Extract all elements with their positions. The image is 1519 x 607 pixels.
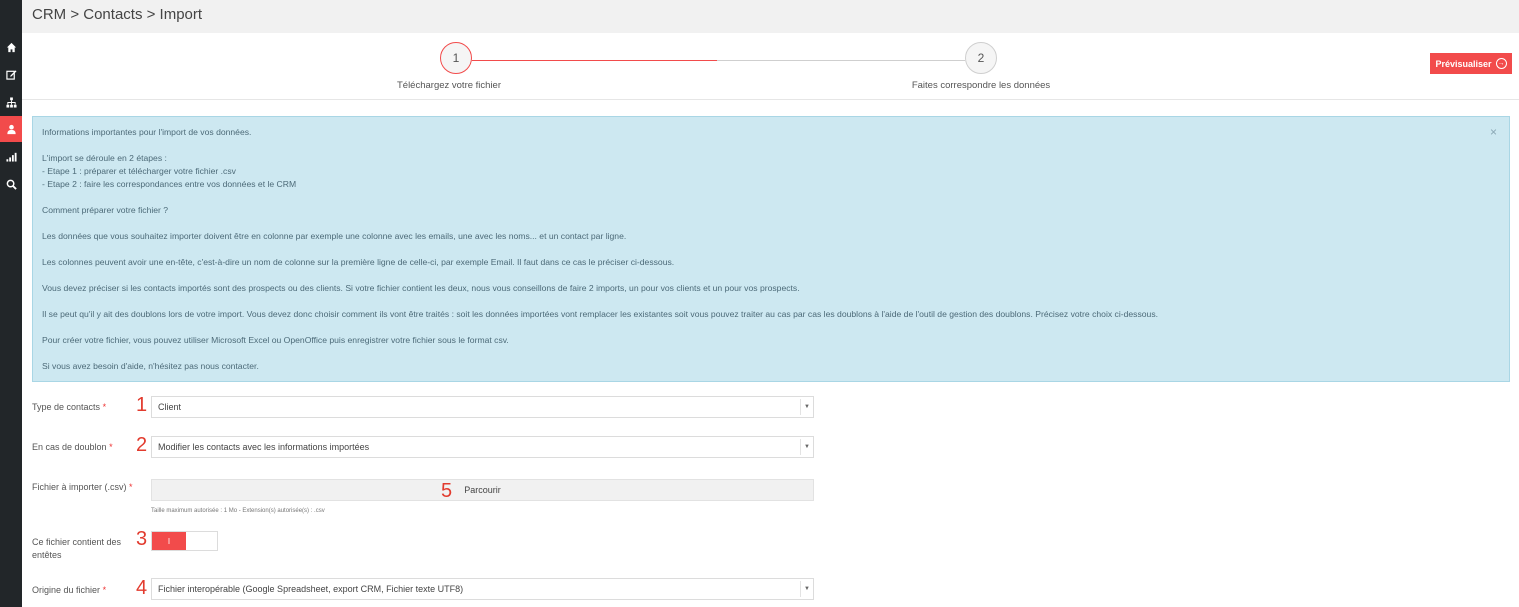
file-size-hint: Taille maximum autorisée : 1 Mo - Extens…: [151, 508, 325, 514]
origine-select[interactable]: Fichier interopérable (Google Spreadshee…: [151, 578, 814, 600]
annotation-3: 3: [136, 528, 148, 550]
stepper-progress-line: [472, 60, 717, 61]
user-icon: [6, 124, 16, 134]
doublon-select[interactable]: Modifier les contacts avec les informati…: [151, 436, 814, 458]
annotation-1: 1: [136, 394, 148, 416]
top-bar: CRM > Contacts > Import: [22, 0, 1519, 33]
doublon-label: En cas de doublon *: [32, 442, 113, 452]
browse-file-button[interactable]: Parcourir: [151, 479, 814, 501]
home-icon: [6, 42, 16, 52]
browse-file-label: Parcourir: [464, 485, 501, 495]
arrow-circle-right-icon: →: [1495, 58, 1507, 69]
annotation-5: 5: [441, 480, 453, 502]
preview-button[interactable]: Prévisualiser →: [1430, 53, 1512, 74]
sidebar-item-home[interactable]: [0, 34, 22, 60]
sitemap-icon: [5, 96, 17, 108]
chevron-down-icon: ▼: [800, 399, 813, 415]
info-line: Il se peut qu'il y ait des doublons lors…: [42, 309, 1159, 319]
sidebar: [0, 0, 22, 607]
stepper-remaining-line: [717, 60, 965, 61]
close-icon[interactable]: ×: [1490, 126, 1497, 139]
origine-value: Fichier interopérable (Google Spreadshee…: [158, 584, 464, 594]
info-line: Les données que vous souhaitez importer …: [42, 231, 627, 241]
type-contacts-select[interactable]: Client ▼: [151, 396, 814, 418]
origine-label: Origine du fichier *: [32, 585, 107, 595]
info-line: Informations importantes pour l'import d…: [42, 127, 252, 137]
fichier-label: Fichier à importer (.csv) *: [32, 482, 133, 492]
required-mark: *: [109, 442, 113, 452]
step-1-circle[interactable]: 1: [440, 42, 472, 74]
required-mark: *: [129, 482, 133, 492]
signal-icon: [5, 152, 17, 162]
info-line: Pour créer votre fichier, vous pouvez ut…: [42, 335, 509, 345]
info-line: Vous devez préciser si les contacts impo…: [42, 283, 800, 293]
type-contacts-label: Type de contacts *: [32, 402, 107, 412]
sidebar-item-stats[interactable]: [0, 143, 22, 169]
doublon-value: Modifier les contacts avec les informati…: [158, 442, 370, 452]
edit-icon: [5, 69, 17, 80]
step-1-label: Téléchargez votre fichier: [396, 80, 502, 91]
breadcrumb: CRM > Contacts > Import: [32, 6, 203, 23]
chevron-down-icon: ▼: [800, 439, 813, 455]
info-line: - Etape 1 : préparer et télécharger votr…: [42, 166, 236, 176]
sidebar-item-search[interactable]: [0, 171, 22, 197]
info-line: Les colonnes peuvent avoir une en-tête, …: [42, 257, 675, 267]
info-line: Comment préparer votre fichier ?: [42, 205, 169, 215]
sidebar-item-contacts[interactable]: [0, 116, 22, 142]
search-icon: [6, 179, 17, 190]
type-contacts-value: Client: [158, 402, 182, 412]
info-line: Si vous avez besoin d'aide, n'hésitez pa…: [42, 361, 259, 371]
sidebar-item-edit[interactable]: [0, 61, 22, 87]
required-mark: *: [102, 402, 107, 412]
import-info-alert: × Informations importantes pour l'import…: [32, 116, 1510, 382]
entetes-toggle[interactable]: I: [151, 531, 218, 551]
info-line: L'import se déroule en 2 étapes :: [42, 153, 167, 163]
step-2-label: Faites correspondre les données: [911, 80, 1051, 91]
sidebar-item-sitemap[interactable]: [0, 89, 22, 115]
preview-button-label: Prévisualiser: [1435, 58, 1492, 69]
toggle-on-indicator: I: [152, 532, 186, 550]
entetes-label: Ce fichier contient des entêtes: [32, 537, 122, 560]
info-line: - Etape 2 : faire les correspondances en…: [42, 179, 297, 189]
required-mark: *: [102, 585, 107, 595]
step-2-circle[interactable]: 2: [965, 42, 997, 74]
annotation-2: 2: [136, 434, 148, 456]
chevron-down-icon: ▼: [800, 581, 813, 597]
import-stepper: 1 Téléchargez votre fichier 2 Faites cor…: [22, 33, 1519, 100]
annotation-4: 4: [136, 577, 148, 599]
